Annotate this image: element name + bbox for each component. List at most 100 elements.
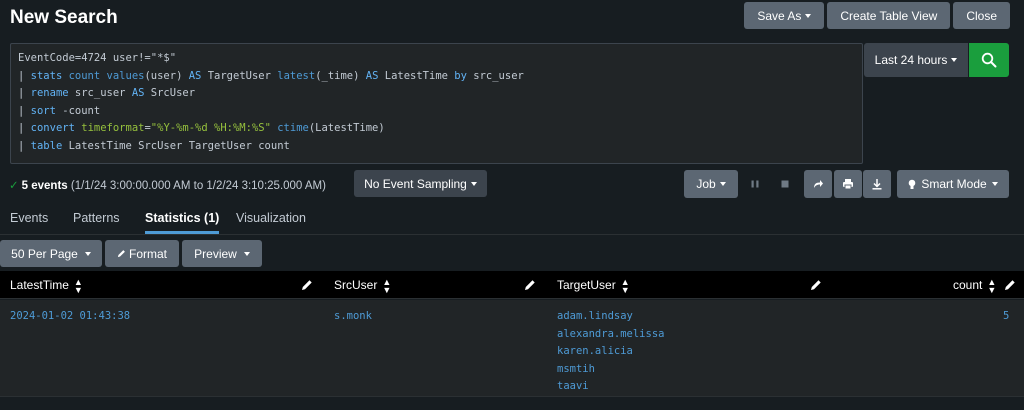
target-user-value[interactable]: karen.alicia bbox=[557, 343, 664, 361]
sort-icon: ▲ ▼ bbox=[73, 276, 83, 295]
target-user-value[interactable]: taavi bbox=[557, 378, 664, 396]
query-token: (LatestTime) bbox=[308, 122, 385, 135]
query-token: -count bbox=[55, 104, 101, 117]
preview-dropdown[interactable]: Preview bbox=[182, 240, 262, 267]
chevron-down-icon bbox=[470, 181, 477, 186]
page-title: New Search bbox=[10, 7, 118, 28]
chevron-down-icon bbox=[243, 251, 250, 256]
time-range-picker[interactable]: Last 24 hours bbox=[864, 43, 968, 77]
query-token: AS bbox=[365, 69, 379, 82]
query-token: src_user bbox=[466, 69, 524, 82]
target-user-value[interactable]: adam.lindsay bbox=[557, 308, 664, 326]
query-token: AS bbox=[131, 87, 145, 100]
query-line: | sort -count bbox=[18, 103, 855, 121]
check-icon: ✓ bbox=[9, 180, 19, 192]
chevron-down-icon bbox=[951, 58, 958, 62]
query-token: sort bbox=[30, 104, 56, 117]
query-token: | bbox=[18, 122, 31, 135]
pencil-icon[interactable] bbox=[301, 279, 313, 291]
query-token: "%Y-%m-%d %H:%M:%S" bbox=[150, 122, 271, 135]
share-icon bbox=[814, 180, 823, 188]
search-query-editor[interactable]: EventCode=4724 user!="*$" | stats count v… bbox=[10, 43, 863, 164]
query-token: by bbox=[454, 69, 467, 82]
query-token: (_time) bbox=[315, 69, 366, 82]
print-button[interactable] bbox=[834, 170, 862, 198]
query-token: stats bbox=[30, 69, 63, 82]
query-line: | convert timeformat="%Y-%m-%d %H:%M:%S"… bbox=[18, 120, 855, 138]
time-range-text: (1/1/24 3:00:00.000 AM to 1/2/24 3:10:25… bbox=[67, 180, 326, 192]
column-header-srcuser[interactable]: SrcUser ▲ ▼ bbox=[334, 271, 391, 299]
pencil-icon bbox=[117, 250, 125, 258]
query-token: | bbox=[18, 104, 31, 117]
query-token: TargetUser bbox=[201, 69, 278, 82]
search-button[interactable] bbox=[969, 43, 1009, 77]
pencil-icon[interactable] bbox=[524, 279, 536, 291]
query-token: timeformat bbox=[81, 122, 145, 135]
lightbulb-icon bbox=[909, 179, 916, 189]
header-actions: Save As Create Table View Close bbox=[744, 2, 1010, 29]
event-sampling-dropdown[interactable]: No Event Sampling bbox=[354, 170, 487, 197]
sort-icon: ▲ ▼ bbox=[620, 276, 630, 295]
pause-icon bbox=[751, 180, 759, 188]
save-as-button[interactable]: Save As bbox=[744, 2, 825, 29]
query-token: convert bbox=[30, 122, 75, 135]
pause-button[interactable] bbox=[747, 176, 763, 192]
download-icon bbox=[872, 179, 882, 190]
target-user-value[interactable]: msmtih bbox=[557, 361, 664, 379]
query-token: count bbox=[68, 69, 101, 82]
tab-visualization[interactable]: Visualization bbox=[236, 203, 306, 234]
cell-count[interactable]: 5 bbox=[1003, 308, 1009, 326]
query-token: src_user bbox=[68, 87, 132, 100]
query-token: ctime bbox=[277, 122, 309, 135]
close-button[interactable]: Close bbox=[953, 2, 1010, 29]
target-user-value[interactable]: alexandra.melissa bbox=[557, 326, 664, 344]
table-row: 2024-01-02 01:43:38 s.monk adam.lindsay … bbox=[0, 300, 1024, 397]
pencil-icon[interactable] bbox=[810, 279, 822, 291]
per-page-dropdown[interactable]: 50 Per Page bbox=[0, 240, 102, 267]
query-token: values bbox=[106, 69, 145, 82]
cell-srcuser[interactable]: s.monk bbox=[334, 308, 372, 326]
cell-latesttime[interactable]: 2024-01-02 01:43:38 bbox=[10, 308, 130, 326]
search-mode-dropdown[interactable]: Smart Mode bbox=[897, 170, 1009, 198]
results-tabs: Events Patterns Statistics (1) Visualiza… bbox=[0, 203, 1024, 235]
query-token: LatestTime SrcUser TargetUser count bbox=[62, 139, 290, 152]
query-token: AS bbox=[188, 69, 202, 82]
column-header-count[interactable]: count ▲ ▼ bbox=[953, 271, 996, 299]
query-token: | bbox=[18, 139, 31, 152]
query-token: | bbox=[18, 87, 31, 100]
query-line: EventCode=4724 user!="*$" bbox=[18, 50, 855, 68]
sort-icon: ▲ ▼ bbox=[987, 276, 997, 295]
export-button[interactable] bbox=[863, 170, 891, 198]
chevron-down-icon bbox=[991, 182, 998, 186]
query-token: rename bbox=[30, 87, 69, 100]
sort-icon: ▲ ▼ bbox=[382, 276, 392, 295]
share-button[interactable] bbox=[804, 170, 832, 198]
print-icon bbox=[843, 179, 853, 190]
query-line: | table LatestTime SrcUser TargetUser co… bbox=[18, 138, 855, 156]
stop-button[interactable] bbox=[777, 176, 793, 192]
tab-patterns[interactable]: Patterns bbox=[73, 203, 120, 234]
event-count: 5 events bbox=[21, 180, 68, 192]
cell-targetuser: adam.lindsay alexandra.melissa karen.ali… bbox=[557, 308, 664, 396]
chevron-down-icon bbox=[805, 13, 812, 18]
format-button[interactable]: Format bbox=[105, 240, 179, 267]
job-menu-button[interactable]: Job bbox=[684, 170, 738, 198]
query-token: LatestTime bbox=[378, 69, 455, 82]
stop-icon bbox=[781, 180, 789, 188]
column-header-targetuser[interactable]: TargetUser ▲ ▼ bbox=[557, 271, 630, 299]
chevron-down-icon bbox=[84, 251, 91, 256]
tab-statistics[interactable]: Statistics (1) bbox=[145, 203, 220, 234]
tab-events[interactable]: Events bbox=[10, 203, 48, 234]
pencil-icon[interactable] bbox=[1004, 279, 1016, 291]
query-token: EventCode=4724 user!="*$" bbox=[18, 52, 177, 64]
table-header: LatestTime ▲ ▼ SrcUser ▲ ▼ TargetUser ▲ ▼ coun… bbox=[0, 271, 1024, 299]
query-token: SrcUser bbox=[144, 87, 196, 100]
create-table-view-button[interactable]: Create Table View bbox=[827, 2, 951, 29]
query-token: table bbox=[30, 139, 63, 152]
chevron-down-icon bbox=[719, 182, 726, 186]
column-header-latesttime[interactable]: LatestTime ▲ ▼ bbox=[10, 271, 83, 299]
query-token: latest bbox=[277, 69, 316, 82]
query-line: | stats count values(user) AS TargetUser… bbox=[18, 68, 855, 86]
search-icon bbox=[981, 52, 997, 68]
query-line: | rename src_user AS SrcUser bbox=[18, 85, 855, 103]
